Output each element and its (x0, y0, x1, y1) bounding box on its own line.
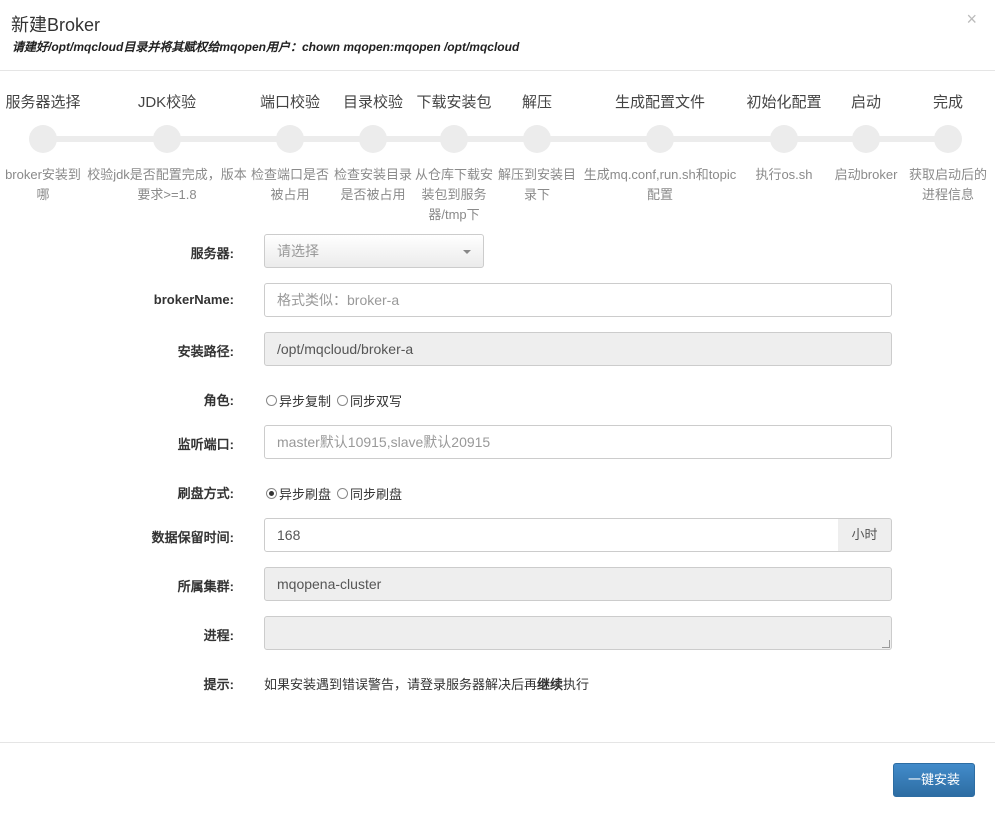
flush-radio-group: 异步刷盘 同步刷盘 (266, 484, 404, 503)
modal-subtitle: 请建好/opt/mqcloud目录并将其赋权给mqopen用户：chown mq… (12, 40, 520, 54)
step-dir-check: 目录校验 检查安装目录是否被占用 (333, 92, 413, 205)
step-init-config: 初始化配置 执行os.sh (733, 92, 835, 185)
progress-textarea (264, 616, 892, 650)
step-port-check: 端口校验 检查端口是否被占用 (250, 92, 330, 205)
role-radio-group: 异步复制 同步双写 (266, 391, 404, 410)
role-radio-async-replicate[interactable] (266, 395, 277, 406)
step-dot (359, 125, 387, 153)
progress-label: 进程: (203, 628, 234, 643)
tip-text-after: 执行 (563, 677, 590, 692)
step-dot (153, 125, 181, 153)
install-steps: 服务器选择 broker安装到哪 JDK校验 校验jdk是否配置完成，版本要求>… (0, 92, 995, 232)
flush-radio-async[interactable] (266, 488, 277, 499)
step-dot (852, 125, 880, 153)
step-dot (29, 125, 57, 153)
role-label: 角色: (203, 393, 234, 408)
step-desc: 检查端口是否被占用 (250, 167, 329, 202)
step-desc: 从仓库下载安装包到服务器/tmp下 (414, 167, 493, 222)
step-dot (934, 125, 962, 153)
role-option-label: 异步复制 (279, 394, 332, 409)
retention-label: 数据保留时间: (151, 530, 234, 545)
listen-port-label: 监听端口: (177, 437, 234, 452)
flush-radio-sync[interactable] (337, 488, 349, 499)
step-dot (646, 125, 674, 153)
listen-port-input[interactable]: master默认10915,slave默认20915 (264, 425, 892, 459)
step-title: 初始化配置 (746, 94, 822, 111)
tip-label: 提示: (203, 677, 234, 692)
step-title: 解压 (521, 94, 552, 111)
step-desc: 启动broker (834, 167, 898, 182)
step-desc: broker安装到哪 (5, 167, 81, 202)
retention-input[interactable]: 168 (264, 518, 839, 552)
modal-title: 新建Broker (11, 15, 101, 35)
step-title: 端口校验 (259, 94, 320, 111)
step-title: 服务器选择 (5, 94, 81, 111)
server-select[interactable]: 请选择 (264, 234, 484, 268)
step-desc: 生成mq.conf,run.sh和topic配置 (583, 167, 737, 202)
step-desc: 执行os.sh (755, 167, 813, 182)
step-title: JDK校验 (137, 94, 197, 111)
step-desc: 检查安装目录是否被占用 (333, 167, 412, 202)
retention-unit: 小时 (838, 518, 892, 552)
form-row-server: 服务器: 请选择 (0, 234, 995, 268)
step-dot (440, 125, 468, 153)
retention-input-group: 168 小时 (264, 518, 892, 552)
step-server-select: 服务器选择 broker安装到哪 (3, 92, 83, 205)
install-path-field: /opt/mqcloud/broker-a (264, 332, 892, 366)
flush-label: 刷盘方式: (177, 486, 234, 501)
tip-text-before: 如果安装遇到错误警告，请登录服务器解决后再 (264, 677, 538, 692)
step-dot (276, 125, 304, 153)
form-row-progress: 进程: (0, 616, 995, 650)
one-click-install-button[interactable]: 一键安装 (893, 763, 975, 797)
step-dot (770, 125, 798, 153)
broker-name-input[interactable]: 格式类似：broker-a (264, 283, 892, 317)
chevron-down-icon (463, 250, 471, 254)
flush-option-label: 同步刷盘 (350, 487, 403, 502)
resize-handle-icon[interactable] (882, 640, 890, 648)
tip-text-bold: 继续 (537, 677, 564, 692)
step-dot (523, 125, 551, 153)
step-jdk-check: JDK校验 校验jdk是否配置完成，版本要求>=1.8 (86, 92, 248, 205)
step-extract: 解压 解压到安装目录下 (497, 92, 577, 205)
modal-footer: 一键安装 (0, 742, 995, 813)
flush-option-label: 异步刷盘 (279, 487, 332, 502)
step-download: 下载安装包 从仓库下载安装包到服务器/tmp下 (414, 92, 494, 225)
step-title: 下载安装包 (416, 94, 492, 111)
install-path-label: 安装路径: (177, 344, 234, 359)
server-label: 服务器: (190, 246, 234, 261)
step-desc: 解压到安装目录下 (497, 167, 576, 202)
tip-text: 如果安装遇到错误警告，请登录服务器解决后再继续执行 (264, 674, 589, 693)
cluster-field: mqopena-cluster (264, 567, 892, 601)
broker-name-label: brokerName: (153, 292, 234, 307)
step-title: 完成 (932, 94, 963, 111)
server-select-value: 请选择 (277, 243, 319, 259)
role-option-label: 同步双写 (350, 394, 403, 409)
step-finish: 完成 获取启动后的进程信息 (908, 92, 988, 205)
step-title: 目录校验 (342, 94, 403, 111)
role-radio-sync-double-write[interactable] (337, 395, 349, 406)
step-title: 生成配置文件 (614, 94, 705, 111)
cluster-label: 所属集群: (177, 579, 234, 594)
step-desc: 获取启动后的进程信息 (908, 167, 987, 202)
step-title: 启动 (850, 94, 881, 111)
step-start: 启动 启动broker (826, 92, 906, 185)
modal-header: 新建Broker 请建好/opt/mqcloud目录并将其赋权给mqopen用户… (0, 0, 995, 71)
step-desc: 校验jdk是否配置完成，版本要求>=1.8 (87, 167, 247, 202)
close-icon[interactable]: × (966, 10, 977, 28)
step-gen-config: 生成配置文件 生成mq.conf,run.sh和topic配置 (580, 92, 740, 205)
